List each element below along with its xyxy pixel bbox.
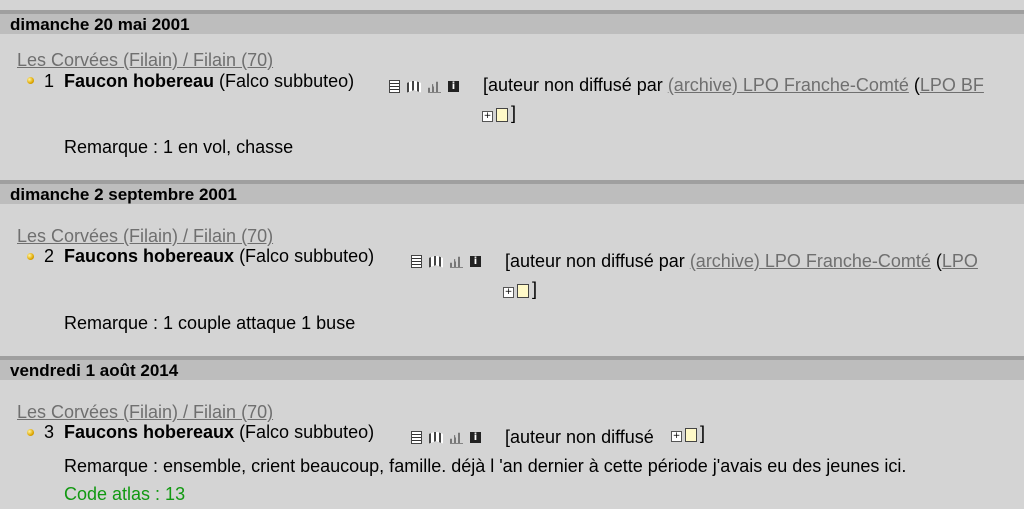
expand-icon[interactable]: + [503,287,514,298]
author-info: [auteur non diffusé par (archive) LPO Fr… [505,251,978,271]
map-icon[interactable] [429,255,443,268]
note-icon[interactable] [685,428,697,442]
org-link[interactable]: LPO BF [920,75,984,95]
day-title: vendredi 1 août 2014 [10,361,179,380]
list-icon[interactable] [389,80,400,93]
list-icon[interactable] [411,431,422,444]
day-title: dimanche 20 mai 2001 [10,15,190,34]
remark: Remarque : 1 couple attaque 1 buse [64,313,356,333]
details-icons: + ] [503,280,537,298]
species: Faucon hobereau (Falco subbuteo) [64,71,354,91]
bullet-icon [27,253,34,260]
expand-icon[interactable]: + [482,111,493,122]
species-icons: i [389,80,459,93]
day-header: vendredi 1 août 2014 [0,356,1024,380]
archive-link[interactable]: (archive) LPO Franche-Comté [690,251,931,271]
species-latin: (Falco subbuteo) [219,71,355,91]
day-header: dimanche 2 septembre 2001 [0,180,1024,204]
observation-number: 1 [44,71,55,91]
observation-number: 2 [44,246,55,266]
observation-number: 3 [44,422,55,442]
closing-bracket: ] [700,423,706,443]
atlas-code: Code atlas : 13 [64,484,186,504]
author-info: [auteur non diffusé par (archive) LPO Fr… [483,75,984,95]
closing-bracket: ] [532,279,538,299]
details-icons: + ] [482,104,516,122]
bullet-icon [27,77,34,84]
day-header: dimanche 20 mai 2001 [0,10,1024,34]
remark: Remarque : 1 en vol, chasse [64,137,294,157]
chart-icon[interactable] [450,256,463,268]
species: Faucons hobereaux (Falco subbuteo) [64,246,374,266]
location-link[interactable]: Les Corvées (Filain) / Filain (70) [17,226,273,246]
closing-bracket: ] [511,103,517,123]
location-link[interactable]: Les Corvées (Filain) / Filain (70) [17,50,273,70]
chart-icon[interactable] [450,432,463,444]
species-name: Faucon hobereau [64,71,215,91]
note-icon[interactable] [496,108,508,122]
map-icon[interactable] [429,431,443,444]
bullet-icon [27,429,34,436]
list-icon[interactable] [411,255,422,268]
org-link[interactable]: LPO [942,251,978,271]
author-prefix: [auteur non diffusé par [505,251,690,271]
info-icon[interactable]: i [470,432,481,443]
day-title: dimanche 2 septembre 2001 [10,185,237,204]
species-name: Faucons hobereaux [64,422,235,442]
author-prefix: [auteur non diffusé par [483,75,668,95]
author-info: [auteur non diffusé [505,427,654,447]
expand-icon[interactable]: + [671,431,682,442]
archive-link[interactable]: (archive) LPO Franche-Comté [668,75,909,95]
info-icon[interactable]: i [448,81,459,92]
org-prefix: ( [930,251,942,271]
species-latin: (Falco subbuteo) [239,422,375,442]
species: Faucons hobereaux (Falco subbuteo) [64,422,374,442]
location-link[interactable]: Les Corvées (Filain) / Filain (70) [17,402,273,422]
remark: Remarque : ensemble, crient beaucoup, fa… [64,456,907,476]
chart-icon[interactable] [428,81,441,93]
author-text: [auteur non diffusé [505,427,654,447]
species-icons: i [411,255,481,268]
species-icons: i [411,431,481,444]
map-icon[interactable] [407,80,421,93]
species-name: Faucons hobereaux [64,246,235,266]
details-icons: + ] [671,424,705,442]
org-prefix: ( [908,75,920,95]
species-latin: (Falco subbuteo) [239,246,375,266]
info-icon[interactable]: i [470,256,481,267]
note-icon[interactable] [517,284,529,298]
